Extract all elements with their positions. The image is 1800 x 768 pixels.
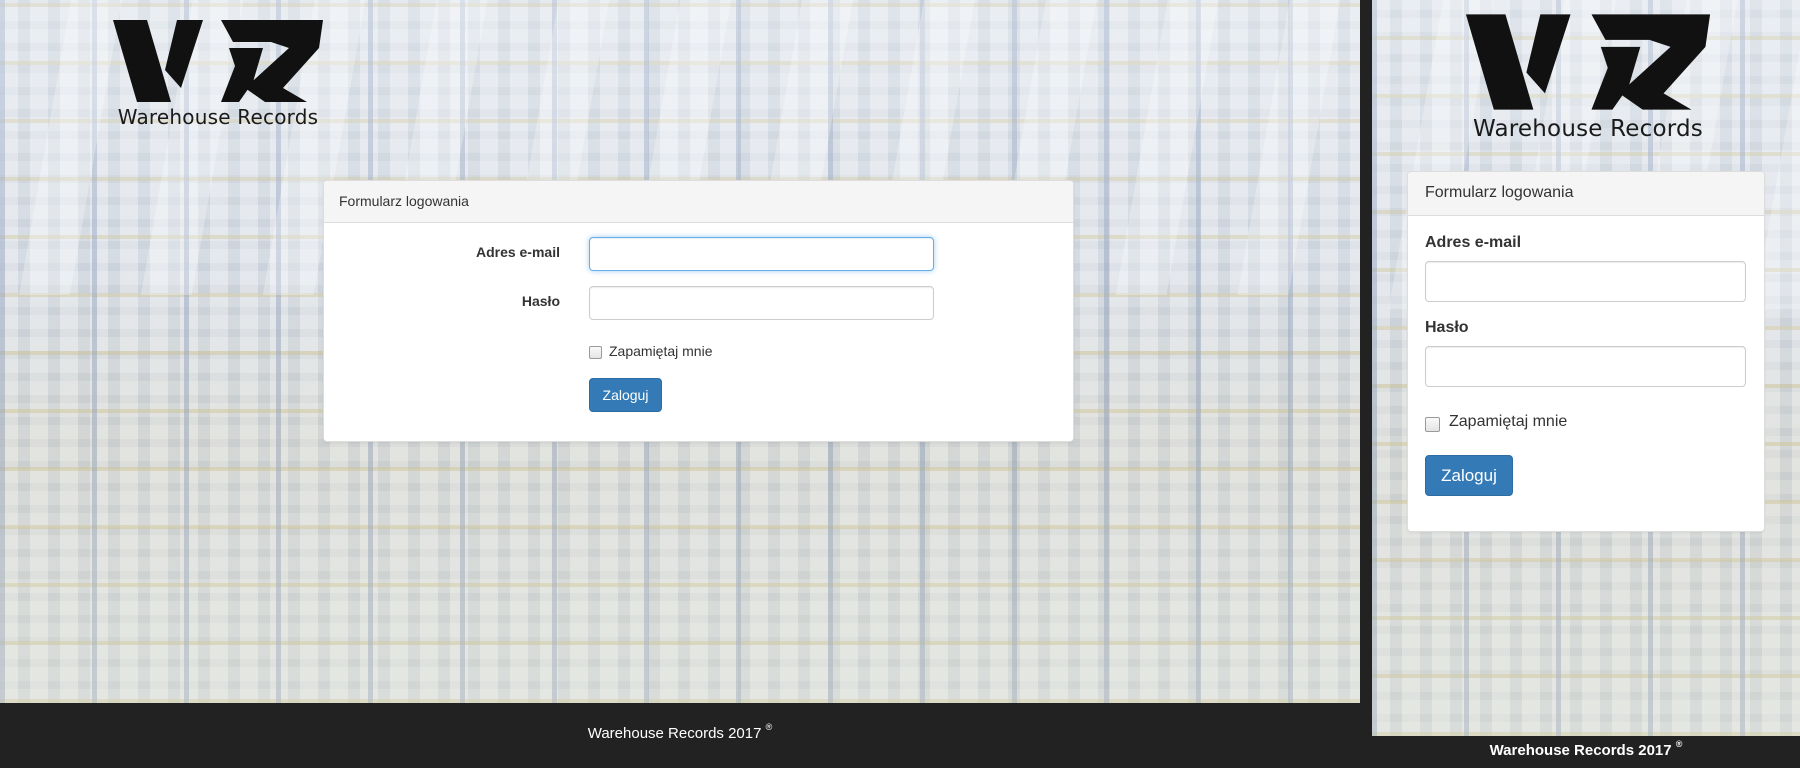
login-button[interactable]: Zaloguj — [1425, 455, 1513, 496]
footer-text: Warehouse Records 2017 — [587, 725, 762, 742]
brand-name: Warehouse Records — [117, 105, 319, 129]
login-panel: Formularz logowania Adres e-mail Hasło Z… — [323, 180, 1074, 442]
footer-mobile: Warehouse Records 2017 ® — [1372, 736, 1800, 768]
brand-logo: Warehouse Records — [108, 18, 328, 129]
password-label: Hasło — [1425, 319, 1469, 336]
email-input[interactable] — [589, 237, 934, 271]
brand-logo-mobile: Warehouse Records — [1462, 12, 1714, 142]
remember-checkbox[interactable] — [1425, 417, 1440, 432]
email-row: Adres e-mail — [324, 244, 560, 264]
password-input[interactable] — [589, 286, 934, 320]
password-label: Hasło — [521, 293, 560, 309]
footer: Warehouse Records 2017 ® — [0, 703, 1360, 768]
wr-monogram-icon — [113, 20, 323, 102]
password-input[interactable] — [1425, 346, 1746, 387]
remember-label[interactable]: Zapamiętaj mnie — [609, 343, 713, 359]
password-row: Hasło — [324, 293, 560, 313]
login-panel-mobile: Formularz logowania Adres e-mail Hasło Z… — [1407, 171, 1765, 532]
panel-heading: Formularz logowania — [324, 181, 1073, 223]
footer-text: Warehouse Records 2017 — [1489, 742, 1672, 759]
registered-mark: ® — [765, 722, 773, 732]
email-input[interactable] — [1425, 261, 1746, 302]
wr-monogram-icon — [1465, 14, 1711, 110]
remember-checkbox[interactable] — [589, 346, 602, 359]
viewport-divider — [1360, 0, 1372, 768]
remember-label[interactable]: Zapamiętaj mnie — [1449, 413, 1567, 431]
email-label: Adres e-mail — [475, 244, 560, 260]
login-button[interactable]: Zaloguj — [589, 378, 662, 412]
email-label: Adres e-mail — [1425, 234, 1522, 251]
brand-name: Warehouse Records — [1473, 116, 1703, 142]
registered-mark: ® — [1675, 739, 1683, 749]
panel-heading: Formularz logowania — [1408, 172, 1764, 216]
